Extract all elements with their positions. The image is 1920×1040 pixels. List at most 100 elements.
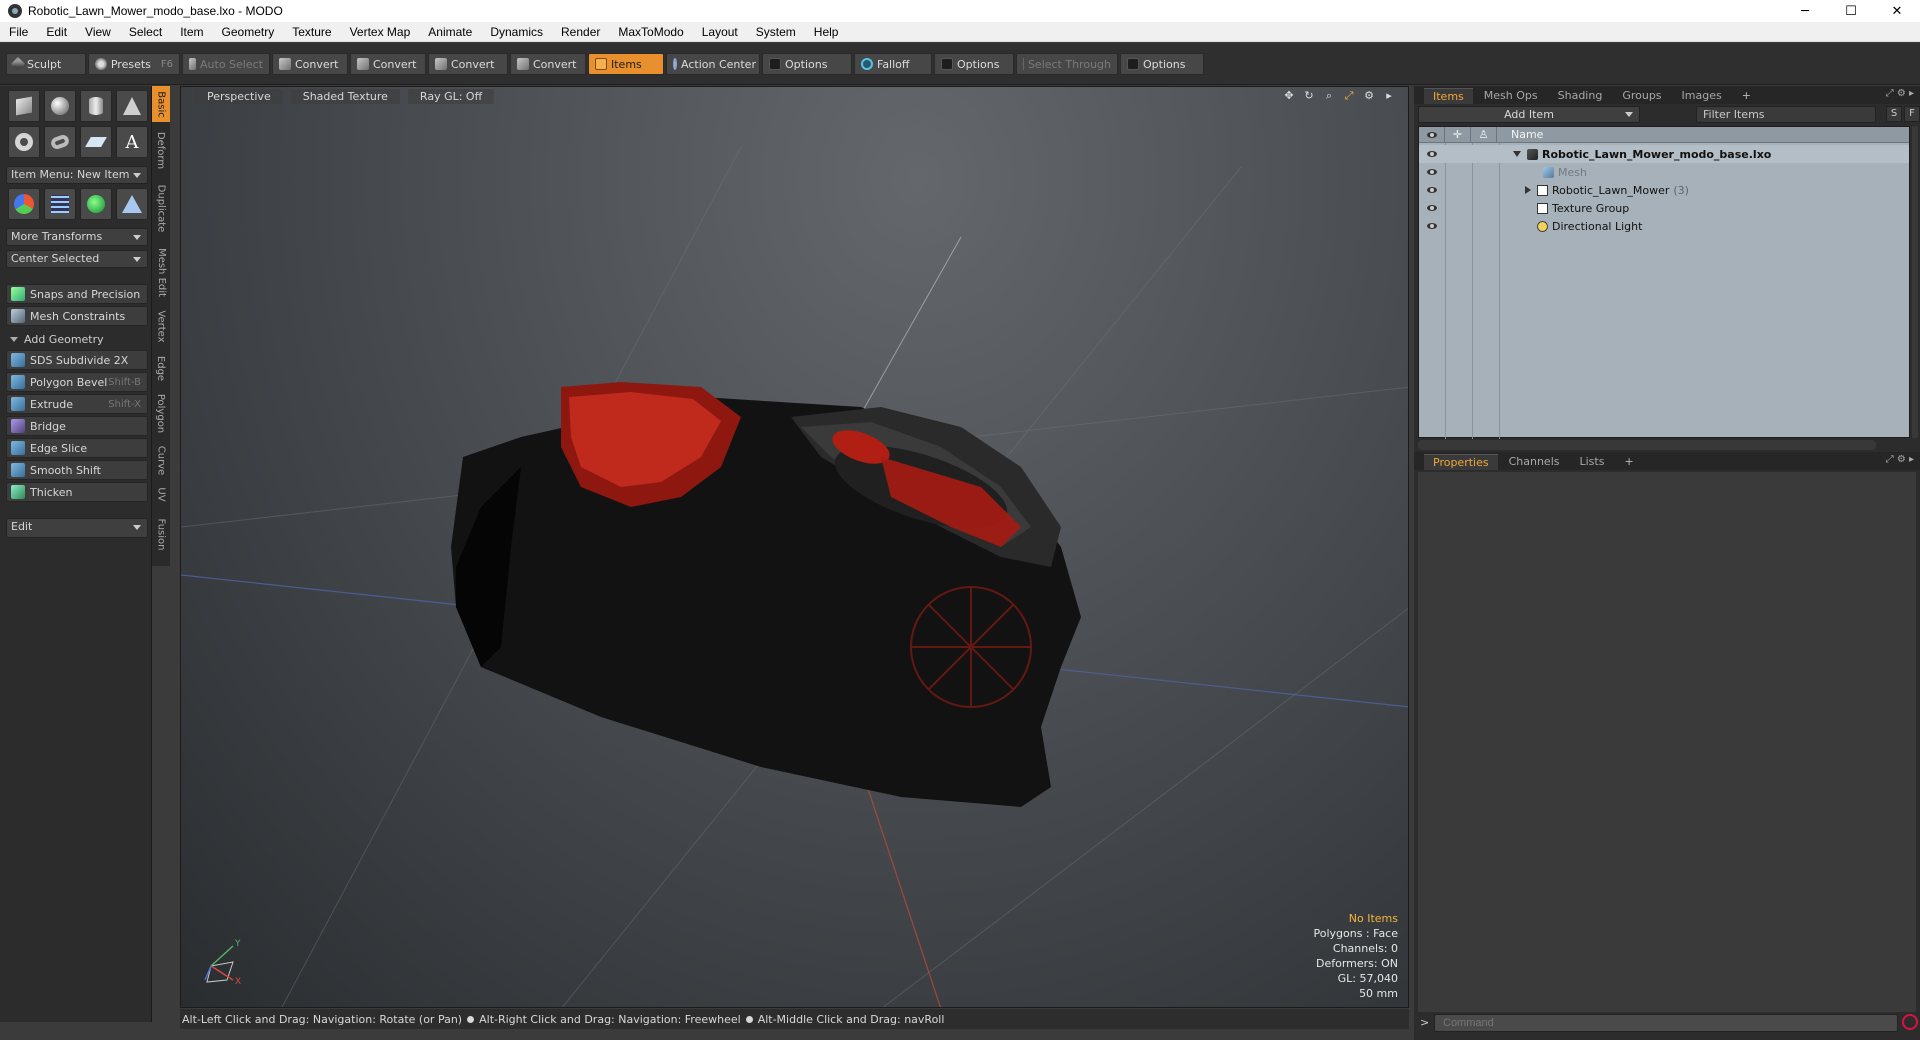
expand-arrow-icon[interactable] xyxy=(1525,186,1531,194)
polygon-bevel-button[interactable]: Polygon Bevel Shift-B xyxy=(6,372,148,392)
filter-items-input[interactable]: Filter Items xyxy=(1696,105,1876,123)
globe-tool[interactable] xyxy=(80,188,112,220)
tab-channels[interactable]: Channels xyxy=(1500,454,1569,470)
lock-column-header[interactable]: ✛ xyxy=(1445,126,1471,143)
visibility-eye-icon[interactable] xyxy=(1427,169,1437,175)
pan-icon[interactable]: ✥ xyxy=(1282,89,1296,103)
tab-lists[interactable]: Lists xyxy=(1571,454,1614,470)
pen-tool[interactable] xyxy=(80,126,112,158)
panel-options-icon[interactable]: ⤢ ⚙ ▸ xyxy=(1886,88,1914,99)
tab-curve[interactable]: Curve xyxy=(152,440,170,480)
tab-images[interactable]: Images xyxy=(1673,88,1731,104)
list-item[interactable]: Robotic_Lawn_Mower (3) xyxy=(1419,181,1909,199)
action-center-button[interactable]: Action Center xyxy=(666,53,760,75)
render-column-header[interactable]: ♙ xyxy=(1471,126,1497,143)
command-input[interactable] xyxy=(1434,1014,1898,1032)
tab-shading[interactable]: Shading xyxy=(1549,88,1612,104)
menu-geometry[interactable]: Geometry xyxy=(213,22,284,42)
action-center-options-button[interactable]: Options xyxy=(762,53,852,75)
falloff-button[interactable]: Falloff xyxy=(854,53,932,75)
smooth-shift-button[interactable]: Smooth Shift xyxy=(6,460,148,480)
edit-dropdown[interactable]: Edit xyxy=(6,518,148,538)
tab-edge[interactable]: Edge xyxy=(152,350,170,386)
text-tool[interactable]: A xyxy=(116,126,148,158)
visibility-eye-icon[interactable] xyxy=(1427,205,1437,211)
menu-edit[interactable]: Edit xyxy=(37,22,76,42)
sculpt-button[interactable]: Sculpt xyxy=(6,53,86,75)
snaps-precision-button[interactable]: Snaps and Precision xyxy=(6,284,148,304)
panel-options-icon[interactable]: ⤢ ⚙ ▸ xyxy=(1886,454,1914,465)
menu-layout[interactable]: Layout xyxy=(693,22,747,42)
menu-dynamics[interactable]: Dynamics xyxy=(481,22,552,42)
convert-button-1[interactable]: Convert xyxy=(272,53,348,75)
visibility-eye-icon[interactable] xyxy=(1427,223,1437,229)
tab-groups[interactable]: Groups xyxy=(1613,88,1670,104)
viewport-expand-icon[interactable]: ▸ xyxy=(1382,89,1396,103)
cylinder-tool[interactable] xyxy=(80,90,112,122)
tab-polygon[interactable]: Polygon xyxy=(152,388,170,438)
menu-select[interactable]: Select xyxy=(120,22,171,42)
tab-fusion[interactable]: Fusion xyxy=(152,510,170,558)
sphere-tool[interactable] xyxy=(44,90,76,122)
tube-tool[interactable] xyxy=(44,126,76,158)
viewport-settings-icon[interactable]: ⚙ xyxy=(1362,89,1376,103)
thicken-button[interactable]: Thicken xyxy=(6,482,148,502)
visibility-eye-icon[interactable] xyxy=(1427,187,1437,193)
3d-viewport[interactable]: Perspective Shaded Texture Ray GL: Off ✥… xyxy=(180,86,1409,1008)
expand-arrow-icon[interactable] xyxy=(1513,151,1521,157)
visibility-column-header[interactable] xyxy=(1419,126,1445,143)
convert-button-3[interactable]: Convert xyxy=(428,53,508,75)
tab-properties[interactable]: Properties xyxy=(1424,454,1498,470)
perspective-view-button[interactable]: Perspective xyxy=(195,88,283,104)
presets-button[interactable]: Presets F6 xyxy=(88,53,180,75)
add-geometry-header[interactable]: Add Geometry xyxy=(6,330,148,348)
auto-select-button[interactable]: Auto Select xyxy=(182,53,270,75)
rotate-icon[interactable]: ↻ xyxy=(1302,89,1316,103)
menu-vertex-map[interactable]: Vertex Map xyxy=(341,22,420,42)
grid-tool[interactable] xyxy=(44,188,76,220)
search-filter-s-button[interactable]: S xyxy=(1886,106,1902,122)
raygl-toggle[interactable]: Ray GL: Off xyxy=(407,88,495,104)
menu-texture[interactable]: Texture xyxy=(283,22,340,42)
shading-mode-button[interactable]: Shaded Texture xyxy=(290,88,400,104)
menu-system[interactable]: System xyxy=(747,22,805,42)
tab-deform[interactable]: Deform xyxy=(152,126,170,174)
command-record-icon[interactable] xyxy=(1902,1014,1918,1030)
bridge-button[interactable]: Bridge xyxy=(6,416,148,436)
convert-button-4[interactable]: Convert xyxy=(510,53,586,75)
tab-uv[interactable]: UV xyxy=(152,482,170,506)
list-item[interactable]: Robotic_Lawn_Mower_modo_base.lxo xyxy=(1419,145,1909,163)
item-list-horizontal-scrollbar[interactable] xyxy=(1418,440,1876,450)
sds-subdivide-button[interactable]: SDS Subdivide 2X xyxy=(6,350,148,370)
menu-view[interactable]: View xyxy=(76,22,120,42)
list-item[interactable]: Mesh xyxy=(1419,163,1909,181)
fit-icon[interactable]: ⤢ xyxy=(1342,89,1356,103)
zoom-icon[interactable]: ⌕ xyxy=(1322,89,1336,103)
menu-animate[interactable]: Animate xyxy=(419,22,481,42)
item-list[interactable]: ✛ ♙ Name Robotic_Lawn_Mower_modo_base.lx… xyxy=(1418,126,1910,439)
cone-tool[interactable] xyxy=(116,90,148,122)
list-item[interactable]: Directional Light xyxy=(1419,217,1909,235)
add-item-dropdown[interactable]: Add Item xyxy=(1418,105,1640,123)
more-transforms-dropdown[interactable]: More Transforms xyxy=(6,228,148,246)
transform-tool[interactable] xyxy=(8,188,40,220)
center-selected-dropdown[interactable]: Center Selected xyxy=(6,250,148,268)
extrude-button[interactable]: Extrude Shift-X xyxy=(6,394,148,414)
item-menu-dropdown[interactable]: Item Menu: New Item xyxy=(6,166,148,184)
tab-mesh-edit[interactable]: Mesh Edit xyxy=(152,242,170,302)
close-button[interactable]: ✕ xyxy=(1874,0,1920,22)
menu-render[interactable]: Render xyxy=(552,22,609,42)
tab-duplicate[interactable]: Duplicate xyxy=(152,178,170,238)
edge-slice-button[interactable]: Edge Slice xyxy=(6,438,148,458)
add-tab-button[interactable]: + xyxy=(1733,88,1760,104)
torus-tool[interactable] xyxy=(8,126,40,158)
convert-button-2[interactable]: Convert xyxy=(350,53,426,75)
tab-vertex[interactable]: Vertex xyxy=(152,304,170,348)
visibility-eye-icon[interactable] xyxy=(1427,151,1437,157)
name-column-header[interactable]: Name xyxy=(1497,128,1543,141)
cube-tool[interactable] xyxy=(8,90,40,122)
mesh-constraints-button[interactable]: Mesh Constraints xyxy=(6,306,148,326)
minimize-button[interactable]: ─ xyxy=(1782,0,1828,22)
select-through-options-button[interactable]: Options xyxy=(1120,53,1204,75)
items-mode-button[interactable]: Items xyxy=(588,53,664,75)
